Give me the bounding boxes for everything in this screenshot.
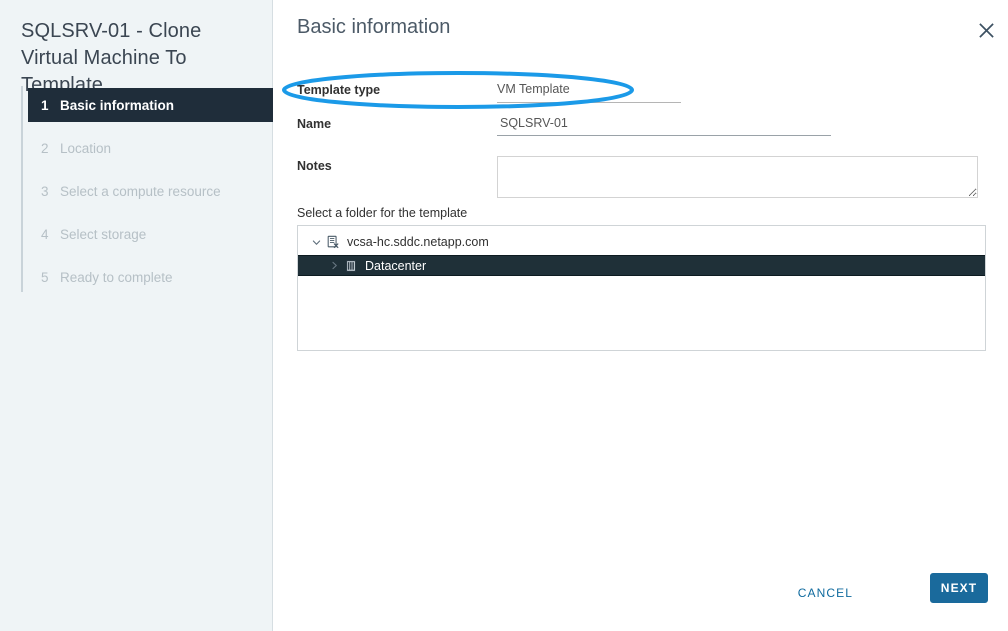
next-button[interactable]: NEXT [930,573,988,603]
sidebar-step-ready-to-complete[interactable]: 5 Ready to complete [28,261,273,294]
name-label: Name [297,117,332,131]
close-icon[interactable] [972,16,1000,44]
tree-row[interactable]: Datacenter [298,255,985,276]
template-type-label: Template type [297,83,381,97]
step-number: 3 [41,184,49,199]
clone-vm-to-template-wizard: SQLSRV-01 - Clone Virtual Machine To Tem… [0,0,1008,631]
tree-item-label: Datacenter [365,258,427,273]
name-row: Name [297,114,987,140]
step-number: 5 [41,270,49,285]
wizard-main-panel: Basic information Template type VM Templ… [273,0,1008,631]
step-label: Select a compute resource [60,184,221,199]
steps-rail [21,86,23,292]
tree-row[interactable]: vcsa-hc.sddc.netapp.com [298,231,985,253]
step-number: 2 [41,141,49,156]
step-label: Location [60,141,112,156]
wizard-footer: CANCEL NEXT [273,561,1008,631]
step-number: 1 [41,97,49,113]
chevron-right-icon[interactable] [326,261,342,270]
step-label: Select storage [60,227,147,242]
vcenter-server-icon [324,235,342,249]
notes-textarea[interactable] [497,156,978,198]
datacenter-icon [342,259,360,273]
folder-tree-panel[interactable]: vcsa-hc.sddc.netapp.com Datacenter [297,225,986,351]
chevron-down-icon[interactable] [308,238,324,247]
sidebar-step-select-storage[interactable]: 4 Select storage [28,218,273,251]
step-label: Ready to complete [60,270,173,285]
step-number: 4 [41,227,49,242]
notes-label: Notes [297,159,332,173]
wizard-sidebar: SQLSRV-01 - Clone Virtual Machine To Tem… [0,0,273,631]
sidebar-step-location[interactable]: 2 Location [28,132,273,165]
folder-caption: Select a folder for the template [297,206,468,220]
tree-item-label: vcsa-hc.sddc.netapp.com [347,235,489,249]
wizard-steps: 1 Basic information 2 Location 3 Select … [28,88,273,304]
step-label: Basic information [60,97,175,113]
cancel-button[interactable]: CANCEL [788,579,863,607]
wizard-title: SQLSRV-01 - Clone Virtual Machine To Tem… [21,20,202,96]
sidebar-step-basic-information[interactable]: 1 Basic information [28,88,273,122]
template-type-row: Template type VM Template [297,80,987,106]
name-input[interactable] [497,115,831,136]
notes-row: Notes [297,156,987,202]
page-title: Basic information [297,16,451,38]
template-type-value[interactable]: VM Template [497,81,681,103]
sidebar-step-select-compute-resource[interactable]: 3 Select a compute resource [28,175,273,208]
